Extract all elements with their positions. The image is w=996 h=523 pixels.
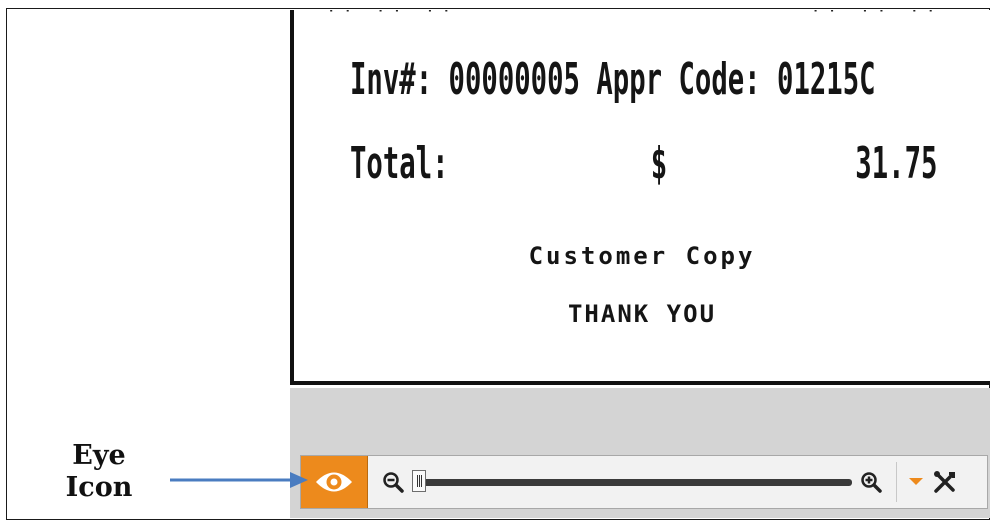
callout-line1: Eye: [72, 440, 126, 471]
callout-line2: Icon: [65, 472, 133, 503]
zoom-in-icon: [861, 472, 882, 493]
tools-icon: [934, 471, 955, 493]
total-line: Total: $ 31.75: [350, 138, 990, 189]
zoom-out-button[interactable]: [380, 469, 406, 495]
total-label: Total:: [350, 138, 449, 189]
receipt-cutoff-left: ** ** **: [324, 10, 456, 24]
toolbar-separator: [896, 462, 897, 502]
currency-symbol: $: [650, 138, 668, 189]
invoice-line: Inv#: 00000005 Appr Code: 01215C: [350, 54, 876, 105]
receipt-cutoff-line: ** ** ** ** ** **: [294, 10, 990, 24]
receipt-image: ** ** ** ** ** ** Inv#: 00000005 Appr Co…: [290, 10, 990, 385]
viewer-toolbar: [300, 455, 988, 509]
tools-button[interactable]: [931, 468, 959, 496]
zoom-slider-thumb[interactable]: [412, 470, 426, 492]
dropdown-arrow-icon: [909, 478, 923, 485]
customer-copy-text: Customer Copy: [528, 242, 756, 270]
eye-button[interactable]: [301, 456, 368, 508]
zoom-in-button[interactable]: [858, 469, 884, 495]
eye-icon-callout-label: Eye Icon: [54, 440, 144, 504]
zoom-slider-track[interactable]: [420, 479, 852, 486]
receipt-cutoff-right: ** ** **: [808, 10, 940, 24]
eye-icon: [316, 472, 352, 492]
zoom-slider[interactable]: [412, 469, 852, 495]
total-amount: 31.75: [855, 138, 938, 189]
thank-you-text: THANK YOU: [567, 300, 717, 328]
dropdown-button[interactable]: [907, 469, 925, 495]
callout-arrow: [170, 472, 308, 488]
zoom-out-icon: [383, 472, 404, 493]
